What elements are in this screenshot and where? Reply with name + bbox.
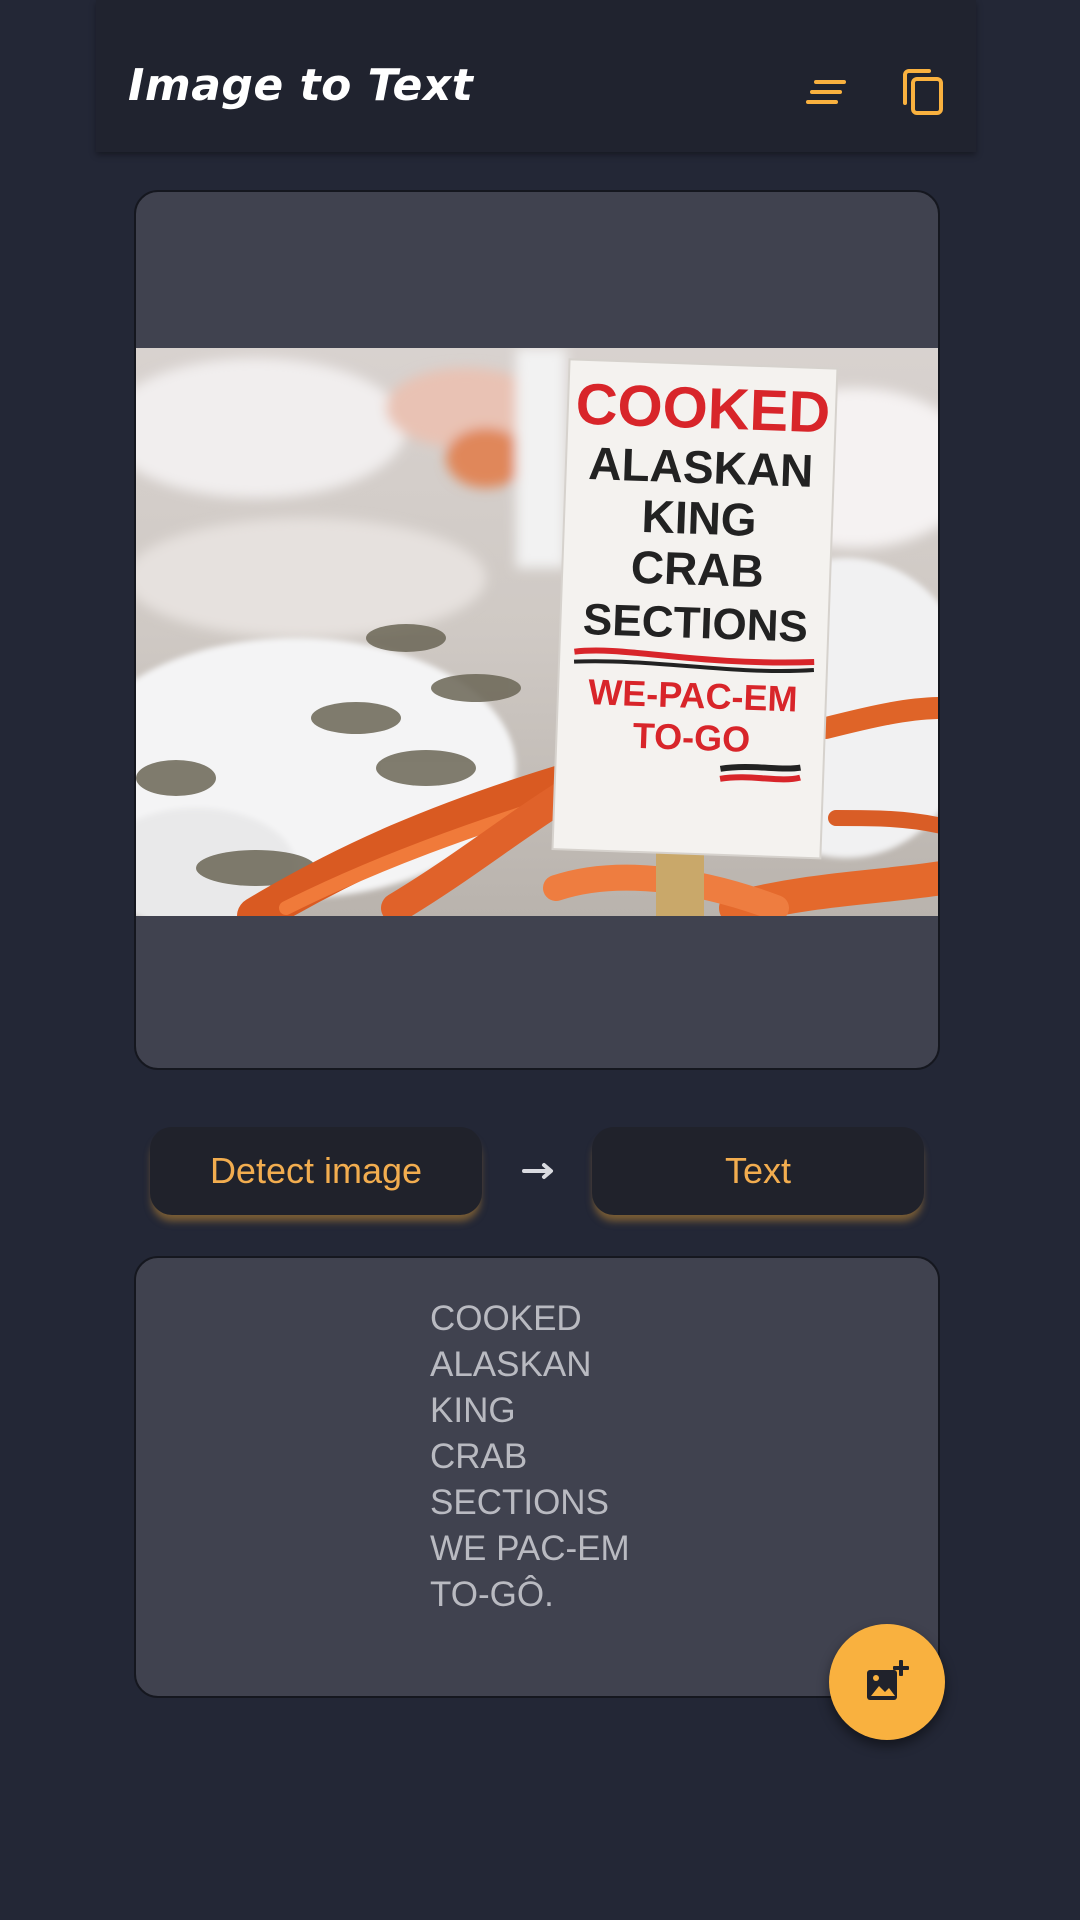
text-button-label: Text: [724, 1150, 792, 1191]
menu-button[interactable]: [800, 64, 856, 120]
result-line: COOKED: [430, 1299, 582, 1338]
top-app-bar: Image to Text: [96, 0, 976, 152]
recognized-text[interactable]: COOKED ALASKAN KING CRAB SECTIONS WE PAC…: [430, 1296, 630, 1618]
detect-image-button[interactable]: Detect image: [150, 1127, 482, 1215]
image-preview-card: COOKED ALASKAN KING CRAB SECTIONS WE-PAC…: [134, 190, 940, 1070]
photo-image: COOKED ALASKAN KING CRAB SECTIONS WE-PAC…: [136, 348, 938, 916]
svg-text:KING: KING: [641, 490, 758, 546]
text-button[interactable]: Text: [592, 1127, 924, 1215]
svg-text:ALASKAN: ALASKAN: [588, 437, 815, 497]
copy-icon: [903, 69, 943, 115]
result-line: WE PAC-EM: [430, 1529, 630, 1568]
result-line: KING: [430, 1391, 516, 1430]
detect-image-label: Detect image: [209, 1150, 423, 1191]
svg-text:TO-GO: TO-GO: [632, 715, 751, 760]
add-photo-icon: [867, 1660, 909, 1700]
arrow-right-icon: [522, 1163, 553, 1179]
result-line: TO-GÔ.: [430, 1575, 554, 1614]
svg-text:WE-PAC-EM: WE-PAC-EM: [588, 671, 799, 719]
copy-button[interactable]: [896, 64, 952, 120]
result-line: ALASKAN: [430, 1345, 592, 1384]
svg-text:COOKED: COOKED: [575, 372, 832, 446]
recognized-text-card: COOKED ALASKAN KING CRAB SECTIONS WE PAC…: [134, 1256, 940, 1698]
add-photo-fab[interactable]: [829, 1624, 945, 1740]
sort-lines-icon: [806, 80, 846, 104]
result-line: CRAB: [430, 1437, 528, 1476]
result-line: SECTIONS: [430, 1483, 609, 1522]
selected-photo: COOKED ALASKAN KING CRAB SECTIONS WE-PAC…: [136, 348, 938, 916]
app-title: Image to Text: [128, 60, 474, 111]
app-root: Image to Text COOKED ALASKAN KING CRAB S…: [0, 0, 1080, 1920]
action-row: Detect image Text: [0, 1127, 1080, 1215]
svg-text:SECTIONS: SECTIONS: [582, 595, 808, 652]
svg-text:CRAB: CRAB: [630, 541, 765, 598]
